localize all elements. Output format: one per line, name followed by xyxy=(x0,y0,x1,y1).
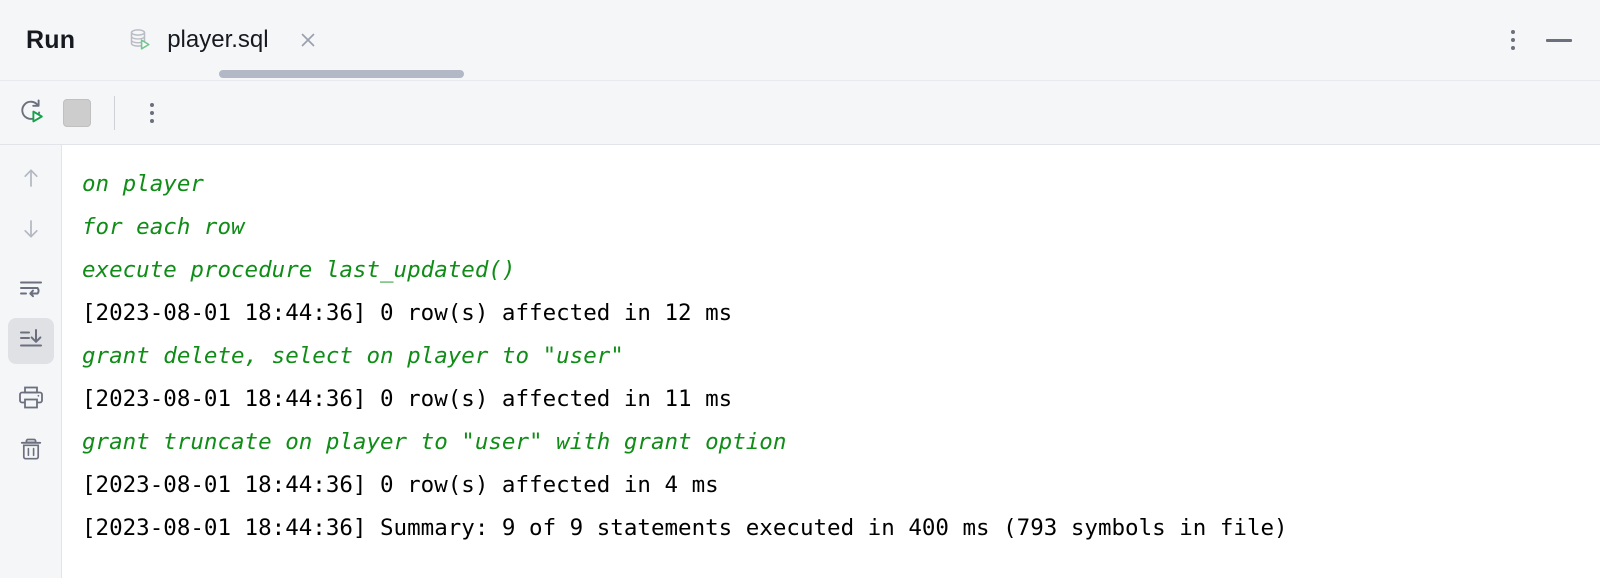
soft-wrap-button[interactable] xyxy=(8,267,54,313)
run-tool-window: Run player.sql xyxy=(0,0,1600,578)
header-actions xyxy=(1494,21,1600,59)
database-run-icon xyxy=(125,25,155,55)
next-occurrence-button[interactable] xyxy=(8,208,54,254)
tab-active-indicator xyxy=(219,70,464,78)
more-options-button[interactable] xyxy=(129,90,175,136)
console-log-line: [2023-08-01 18:44:36] Summary: 9 of 9 st… xyxy=(82,507,1600,550)
tab-label: player.sql xyxy=(167,28,268,52)
tool-window-title: Run xyxy=(26,28,75,53)
console-sql-line: execute procedure last_updated() xyxy=(82,249,1600,292)
console-log-line: [2023-08-01 18:44:36] 0 row(s) affected … xyxy=(82,464,1600,507)
arrow-up-icon xyxy=(17,164,45,197)
console-area: on playerfor each rowexecute procedure l… xyxy=(0,145,1600,578)
clear-all-button[interactable] xyxy=(8,428,54,474)
tool-window-header: Run player.sql xyxy=(0,0,1600,81)
rerun-icon xyxy=(15,94,47,131)
stop-button[interactable] xyxy=(54,90,100,136)
more-vertical-icon[interactable] xyxy=(1494,21,1532,59)
more-vertical-icon xyxy=(150,103,154,123)
print-button[interactable] xyxy=(8,377,54,423)
console-log-line: [2023-08-01 18:44:36] 0 row(s) affected … xyxy=(82,292,1600,335)
arrow-down-icon xyxy=(17,215,45,248)
console-sql-line: on player xyxy=(82,163,1600,206)
scroll-to-end-icon xyxy=(16,324,46,359)
console-side-toolbar xyxy=(0,145,62,578)
toolbar-separator xyxy=(114,96,115,130)
tab-player-sql[interactable]: player.sql xyxy=(109,0,334,80)
close-icon[interactable] xyxy=(295,27,321,53)
console-output[interactable]: on playerfor each rowexecute procedure l… xyxy=(62,145,1600,578)
more-dots xyxy=(1511,30,1515,50)
console-log-line: [2023-08-01 18:44:36] 0 row(s) affected … xyxy=(82,378,1600,421)
minimize-icon[interactable] xyxy=(1540,21,1578,59)
stop-square-icon xyxy=(63,99,91,127)
rerun-button[interactable] xyxy=(8,90,54,136)
scroll-to-end-button[interactable] xyxy=(8,318,54,364)
console-sql-line: for each row xyxy=(82,206,1600,249)
run-toolbar xyxy=(0,81,1600,145)
console-sql-line: grant truncate on player to "user" with … xyxy=(82,421,1600,464)
trash-icon xyxy=(16,434,46,469)
print-icon xyxy=(16,383,46,418)
soft-wrap-icon xyxy=(16,273,46,308)
previous-occurrence-button[interactable] xyxy=(8,157,54,203)
console-sql-line: grant delete, select on player to "user" xyxy=(82,335,1600,378)
